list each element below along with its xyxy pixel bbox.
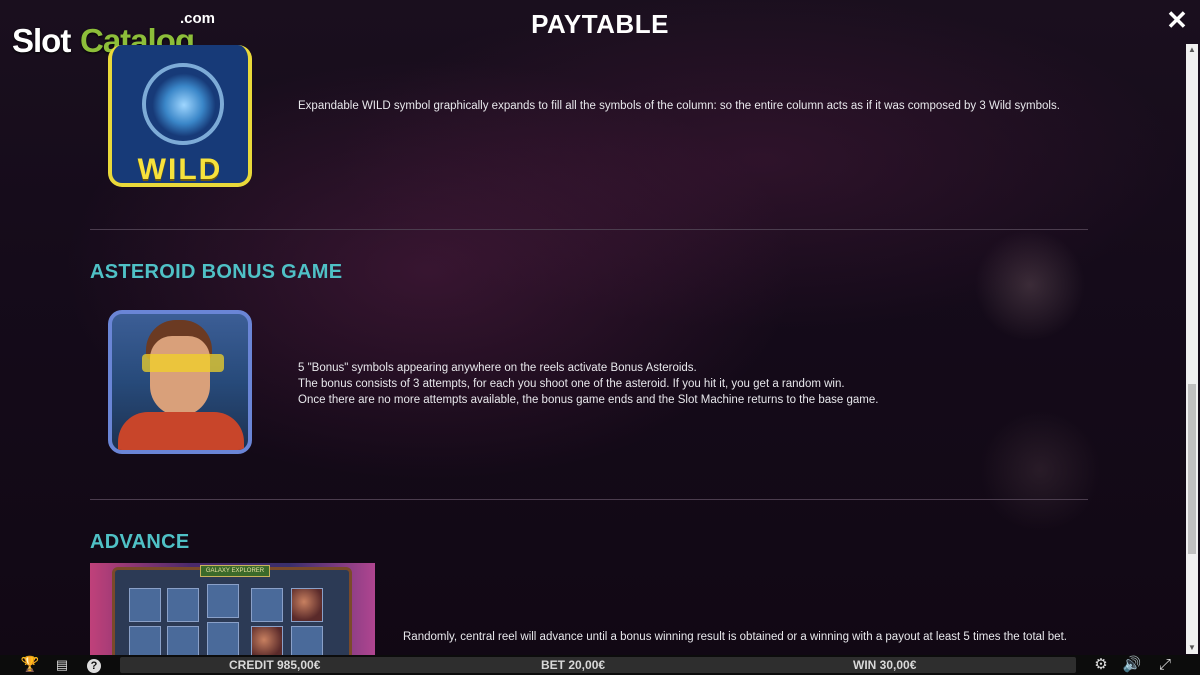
reel-symbol xyxy=(291,588,323,622)
hero-visor xyxy=(142,354,224,372)
fullscreen-icon[interactable]: ⤢ xyxy=(1155,655,1175,675)
reel-symbol xyxy=(167,588,199,622)
wild-description: Expandable WILD symbol graphically expan… xyxy=(298,100,1060,112)
settings-icon[interactable]: ⚙ xyxy=(1091,655,1111,675)
bonus-line: Once there are no more attempts availabl… xyxy=(298,394,879,406)
reel-symbol xyxy=(129,626,161,655)
scrollbar[interactable]: ▲ ▼ xyxy=(1186,44,1198,654)
reel-symbol xyxy=(291,626,323,655)
slot-reels-frame xyxy=(112,567,352,655)
sound-icon[interactable]: 🔊 xyxy=(1122,655,1142,675)
reel-symbol xyxy=(129,588,161,622)
section-divider xyxy=(90,499,1088,500)
bonus-symbol-image xyxy=(108,310,252,454)
section-divider xyxy=(90,229,1088,230)
reel-symbol xyxy=(167,626,199,655)
scrollbar-thumb[interactable] xyxy=(1188,384,1196,554)
bottom-status-bar: 🏆 ▤ ? CREDIT 985,00€ BET 20,00€ WIN 30,0… xyxy=(0,655,1200,675)
close-icon[interactable]: ✕ xyxy=(1166,7,1188,33)
advance-preview-image: GALAXY EXPLORER xyxy=(90,563,375,655)
credit-display: CREDIT 985,00€ xyxy=(229,658,321,672)
reel-symbol xyxy=(251,588,283,622)
advance-description: Randomly, central reel will advance unti… xyxy=(403,631,1067,643)
paytable-icon[interactable]: ▤ xyxy=(52,655,72,675)
reel-symbol xyxy=(251,626,283,655)
asteroid-bonus-heading: ASTEROID BONUS GAME xyxy=(90,261,343,283)
wild-globe-graphic xyxy=(142,63,224,145)
reel-symbol xyxy=(207,622,239,655)
scroll-up-arrow-icon[interactable]: ▲ xyxy=(1186,44,1198,56)
scroll-down-arrow-icon[interactable]: ▼ xyxy=(1186,642,1198,654)
advance-heading: ADVANCE xyxy=(90,531,190,553)
page-title: PAYTABLE xyxy=(531,9,669,39)
bonus-line: 5 "Bonus" symbols appearing anywhere on … xyxy=(298,362,697,374)
hero-suit xyxy=(118,412,244,450)
trophy-icon[interactable]: 🏆 xyxy=(20,655,40,675)
hero-face xyxy=(150,336,210,416)
wild-symbol-image: WILD xyxy=(108,45,252,187)
bonus-line: The bonus consists of 3 attempts, for ea… xyxy=(298,378,845,390)
win-display: WIN 30,00€ xyxy=(853,658,917,672)
game-title-banner: GALAXY EXPLORER xyxy=(200,565,270,577)
bonus-description: 5 "Bonus" symbols appearing anywhere on … xyxy=(298,360,1068,408)
bet-display: BET 20,00€ xyxy=(541,658,606,672)
wild-symbol-label: WILD xyxy=(137,153,223,186)
reel-symbol xyxy=(207,584,239,618)
help-icon[interactable]: ? xyxy=(84,655,104,675)
